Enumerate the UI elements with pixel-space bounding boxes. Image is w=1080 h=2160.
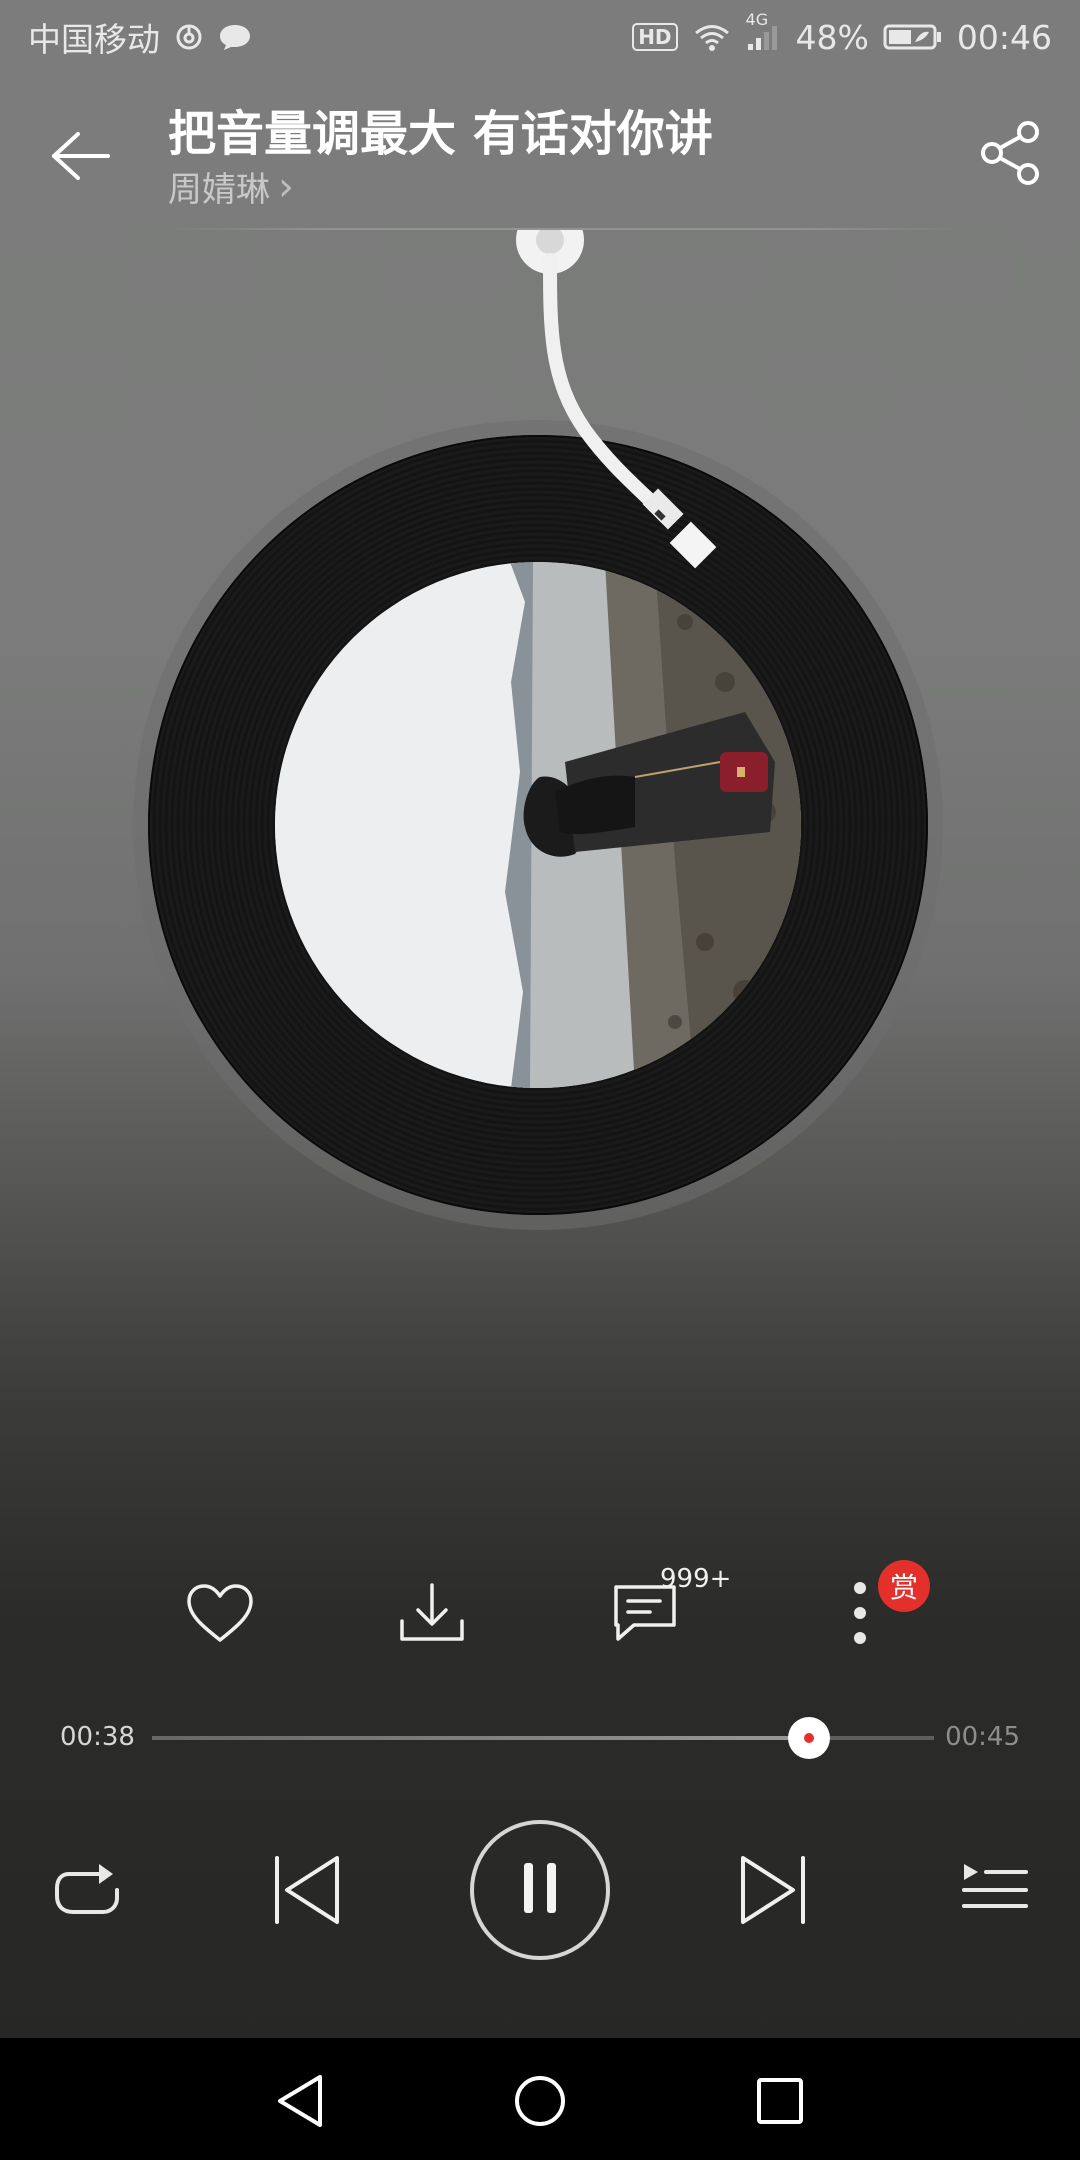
song-title: 把音量调最大 有话对你讲 bbox=[168, 106, 713, 162]
nav-recents-icon bbox=[754, 2075, 806, 2131]
carrier-label: 中国移动 bbox=[28, 20, 160, 59]
download-icon bbox=[398, 1581, 466, 1649]
nav-home-icon bbox=[512, 2073, 568, 2133]
download-button[interactable] bbox=[377, 1560, 487, 1670]
skip-previous-icon bbox=[271, 1852, 343, 1932]
progress-thumb[interactable] bbox=[787, 1717, 830, 1759]
heart-icon bbox=[185, 1582, 255, 1648]
playlist-button[interactable] bbox=[950, 1850, 1040, 1934]
share-icon bbox=[980, 120, 1044, 190]
next-button[interactable] bbox=[728, 1844, 818, 1940]
tonearm bbox=[516, 230, 717, 569]
signal-icon: 4G bbox=[746, 10, 782, 52]
share-button[interactable] bbox=[972, 110, 1052, 200]
artist-link[interactable]: 周婧琳 › bbox=[168, 162, 294, 211]
nav-recents-button[interactable] bbox=[745, 2068, 815, 2138]
chevron-right-icon: › bbox=[278, 163, 294, 210]
comment-count: 999+ bbox=[660, 1564, 732, 1594]
disc-area bbox=[0, 230, 1080, 1230]
back-button[interactable] bbox=[40, 118, 120, 198]
progress-thumb-dot bbox=[803, 1733, 814, 1743]
nav-back-button[interactable] bbox=[265, 2068, 335, 2138]
clock: 00:46 bbox=[956, 17, 1052, 57]
like-button[interactable] bbox=[165, 1560, 275, 1670]
previous-button[interactable] bbox=[262, 1844, 352, 1940]
playlist-icon bbox=[960, 1860, 1030, 1924]
repeat-icon bbox=[51, 1860, 123, 1924]
pause-icon bbox=[520, 1859, 560, 1921]
message-bubble-icon bbox=[218, 22, 252, 52]
progress-fill bbox=[152, 1736, 809, 1740]
reward-badge[interactable]: 赏 bbox=[878, 1560, 930, 1612]
battery-icon bbox=[883, 22, 943, 52]
repeat-button[interactable] bbox=[45, 1850, 129, 1934]
more-vertical-icon bbox=[850, 1578, 870, 1652]
nav-back-icon bbox=[274, 2073, 326, 2133]
music-player-screen: 中国移动 HD 4G 48% 00:46 把音量调最大 有话对你讲 周婧琳 › … bbox=[0, 0, 1080, 2160]
progress-track[interactable] bbox=[152, 1717, 934, 1759]
total-time: 00:45 bbox=[945, 1722, 1020, 1752]
system-nav-bar bbox=[0, 2038, 1080, 2160]
battery-percent: 48% bbox=[795, 17, 869, 57]
progress-row: 00:38 00:45 bbox=[0, 1708, 1080, 1768]
wifi-icon bbox=[692, 22, 732, 52]
back-arrow-icon bbox=[48, 126, 112, 190]
skip-next-icon bbox=[737, 1852, 809, 1932]
netease-icon bbox=[174, 22, 204, 52]
status-bar: 中国移动 HD 4G 48% 00:46 bbox=[0, 0, 1080, 74]
current-time: 00:38 bbox=[60, 1722, 135, 1752]
hd-badge: HD bbox=[632, 23, 678, 51]
playback-controls bbox=[0, 1820, 1080, 1960]
pause-button[interactable] bbox=[470, 1820, 610, 1960]
nav-home-button[interactable] bbox=[505, 2068, 575, 2138]
action-row: 999+ 赏 bbox=[0, 1560, 1080, 1670]
network-type-label: 4G bbox=[745, 10, 769, 29]
status-right: HD 4G 48% 00:46 bbox=[632, 10, 1052, 57]
artist-name: 周婧琳 bbox=[168, 170, 270, 210]
album-cover bbox=[275, 562, 801, 1088]
header: 把音量调最大 有话对你讲 周婧琳 › bbox=[0, 80, 1080, 230]
status-left: 中国移动 bbox=[28, 13, 252, 61]
